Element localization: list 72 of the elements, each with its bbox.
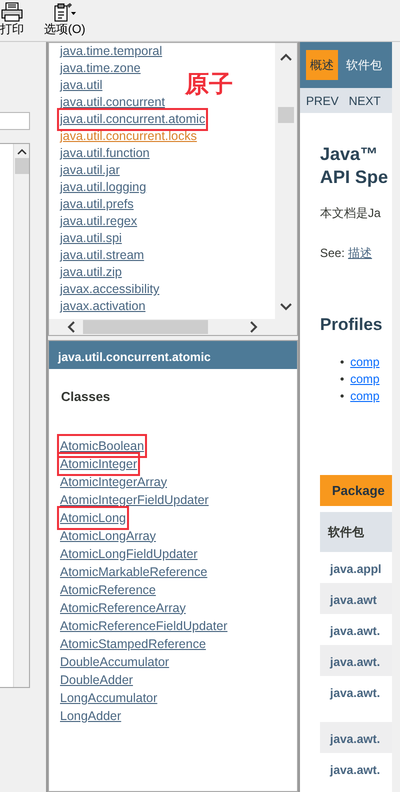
nav-link[interactable]: PREV	[306, 92, 339, 110]
scroll-right-icon[interactable]	[250, 321, 258, 333]
scroll-thumb[interactable]	[278, 107, 294, 123]
package-link[interactable]: java.util.spi	[60, 230, 122, 247]
bullet-icon: •	[340, 388, 344, 404]
profile-link[interactable]: comp	[350, 388, 380, 404]
scrollbar[interactable]	[13, 144, 29, 687]
profile-link[interactable]: comp	[350, 370, 380, 388]
package-link[interactable]: java.util.jar	[60, 162, 120, 179]
class-link[interactable]: AtomicStampedReference	[60, 634, 206, 652]
search-field[interactable]	[0, 112, 30, 130]
package-link[interactable]: java.time.temporal	[60, 43, 162, 60]
profile-link[interactable]: comp	[350, 354, 380, 370]
package-link[interactable]: java.util.prefs	[60, 196, 134, 213]
description-link[interactable]: 描述	[348, 246, 372, 260]
class-link[interactable]: AtomicReferenceFieldUpdater	[60, 616, 228, 634]
bullet-icon: •	[340, 371, 344, 387]
scrollbar[interactable]	[275, 43, 297, 319]
annotation-label: 原子	[185, 73, 233, 97]
package-link[interactable]: java.util.function	[60, 145, 150, 162]
package-link[interactable]: javax.activation	[60, 298, 146, 315]
scroll-thumb[interactable]	[83, 320, 208, 334]
package-link[interactable]: javax.accessibility	[60, 281, 160, 298]
nav-tab[interactable]: 概述	[306, 50, 338, 80]
class-link[interactable]: AtomicMarkableReference	[60, 562, 208, 580]
package-link[interactable]: java.util.regex	[60, 213, 138, 230]
class-link[interactable]: AtomicReferenceArray	[60, 598, 186, 616]
table-header: 软件包	[320, 512, 392, 552]
nav-tab[interactable]: 软件包	[342, 50, 386, 80]
class-link[interactable]: DoubleAccumulator	[60, 652, 170, 670]
table-cell[interactable]: java.awt.	[320, 676, 392, 722]
class-link[interactable]: AtomicBoolean	[60, 436, 144, 454]
package-link[interactable]: java.util.stream	[60, 247, 144, 264]
table-cell[interactable]: java.awt.	[320, 614, 392, 645]
class-link[interactable]: AtomicLong	[60, 508, 126, 526]
table-cell[interactable]: java.awt.	[320, 753, 392, 784]
toolbar-button[interactable]: 选项(O)	[44, 0, 86, 36]
package-link[interactable]: java.util.zip	[60, 264, 122, 281]
section-heading: Profiles	[320, 314, 384, 336]
class-link[interactable]: AtomicIntegerFieldUpdater	[60, 490, 209, 508]
bullet-icon: •	[340, 354, 344, 370]
scrollbar[interactable]	[49, 319, 297, 335]
package-link[interactable]: java.util.concurrent.atomic	[60, 111, 206, 128]
table-cell[interactable]: java.appl	[320, 552, 392, 583]
package-link[interactable]: java.util	[60, 77, 102, 94]
class-link[interactable]: LongAdder	[60, 706, 122, 724]
class-link[interactable]: AtomicIntegerArray	[60, 472, 167, 490]
toolbar-button[interactable]: 打印	[0, 0, 24, 36]
class-link[interactable]: AtomicLongFieldUpdater	[60, 544, 198, 562]
table-cell[interactable]: java.awt	[320, 583, 392, 614]
package-link[interactable]: java.util.concurrent	[60, 94, 165, 111]
scroll-up-icon[interactable]	[280, 53, 292, 61]
frame-header: java.util.concurrent.atomic	[49, 341, 297, 369]
package-link[interactable]: java.time.zone	[60, 60, 141, 77]
class-link[interactable]: AtomicReference	[60, 580, 156, 598]
section-heading: Classes	[61, 388, 112, 406]
table-cell[interactable]: java.awt.	[320, 722, 392, 753]
class-link[interactable]: AtomicInteger	[60, 454, 138, 472]
scroll-left-icon[interactable]	[67, 321, 75, 333]
page-title: Java™ API Spe	[320, 143, 390, 189]
table-cell[interactable]: java.awt.	[320, 645, 392, 676]
clipboard-icon	[52, 2, 78, 22]
package-link[interactable]: java.util.logging	[60, 179, 146, 196]
scroll-down-icon[interactable]	[280, 303, 292, 311]
intro-text: 本文档是Ja	[320, 205, 382, 222]
scroll-thumb[interactable]	[15, 158, 29, 174]
nav-link[interactable]: NEXT	[348, 92, 381, 110]
class-link[interactable]: LongAccumulator	[60, 688, 158, 706]
see-label: See:	[320, 246, 345, 260]
table-caption: Package	[320, 474, 392, 506]
class-link[interactable]: DoubleAdder	[60, 670, 133, 688]
class-link[interactable]: AtomicLongArray	[60, 526, 156, 544]
